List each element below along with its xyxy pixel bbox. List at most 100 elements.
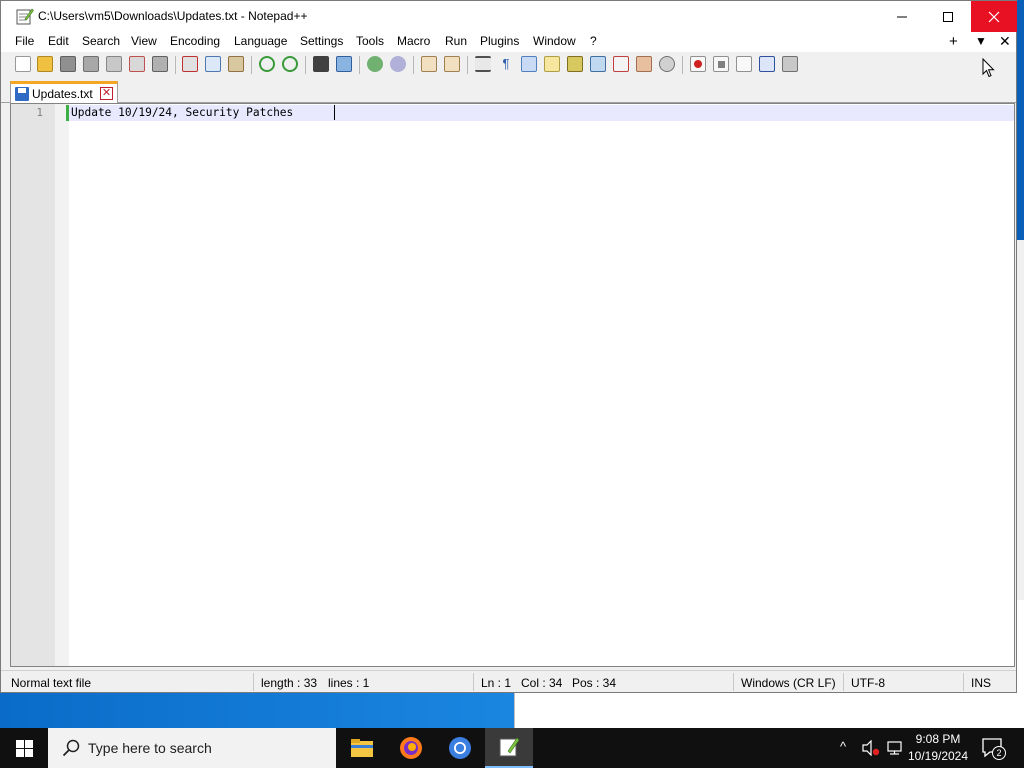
title-bar[interactable]: C:\Users\vm5\Downloads\Updates.txt - Not… xyxy=(1,1,1017,32)
clock-time[interactable]: 9:08 PM xyxy=(906,732,970,746)
search-icon xyxy=(62,739,80,757)
redo-icon[interactable] xyxy=(282,56,298,72)
toolbar-separator xyxy=(175,56,176,74)
undo-icon[interactable] xyxy=(259,56,275,72)
status-divider xyxy=(963,673,964,691)
cut-icon[interactable] xyxy=(182,56,198,72)
text-caret xyxy=(334,105,335,120)
save-all-icon[interactable] xyxy=(83,56,99,72)
tab-updates-txt[interactable]: Updates.txt ✕ xyxy=(10,81,118,103)
document-map-icon[interactable] xyxy=(567,56,583,72)
status-pos: Pos : 34 xyxy=(572,676,617,690)
chrome-icon xyxy=(449,737,471,759)
menu-language[interactable]: Language xyxy=(234,34,287,48)
menu-settings[interactable]: Settings xyxy=(300,34,343,48)
save-macro-icon[interactable] xyxy=(782,56,798,72)
menu-run[interactable]: Run xyxy=(445,34,467,48)
toolbar-separator xyxy=(467,56,468,74)
function-list-icon[interactable] xyxy=(590,56,606,72)
paste-icon[interactable] xyxy=(228,56,244,72)
status-divider xyxy=(253,673,254,691)
monitoring-icon[interactable] xyxy=(636,56,652,72)
saved-file-icon xyxy=(15,87,29,101)
menu-plugins[interactable]: Plugins xyxy=(480,34,519,48)
toolbar-separator xyxy=(413,56,414,74)
new-tab-button[interactable]: + xyxy=(949,33,958,50)
menu-tools[interactable]: Tools xyxy=(356,34,384,48)
line-number-gutter: 1 xyxy=(11,104,69,666)
volume-muted-icon[interactable] xyxy=(862,740,880,756)
menu-edit[interactable]: Edit xyxy=(48,34,69,48)
close-button[interactable] xyxy=(971,1,1017,32)
show-hidden-icons-icon[interactable]: ^ xyxy=(840,739,846,754)
close-icon[interactable] xyxy=(106,56,122,72)
sync-vertical-icon[interactable] xyxy=(421,56,437,72)
new-file-icon[interactable] xyxy=(15,56,31,72)
toolbar-separator xyxy=(251,56,252,74)
menu-help[interactable]: ? xyxy=(590,34,597,48)
stop-recording-icon[interactable] xyxy=(713,56,729,72)
status-divider xyxy=(473,673,474,691)
find-icon[interactable] xyxy=(313,56,329,72)
editor-line-text[interactable]: Update 10/19/24, Security Patches xyxy=(71,106,293,119)
close-document-button[interactable]: ✕ xyxy=(999,33,1011,50)
taskbar: Type here to search ^ 9:08 PM 10/19/2024… xyxy=(0,728,1024,768)
toolbar-separator xyxy=(305,56,306,74)
change-history-marker xyxy=(66,105,69,121)
tab-bar: Updates.txt ✕ xyxy=(1,78,1016,103)
status-divider xyxy=(733,673,734,691)
editor-area[interactable]: 1 Update 10/19/24, Security Patches xyxy=(10,103,1015,667)
taskbar-notepad-plus-plus[interactable] xyxy=(485,728,533,768)
status-ln: Ln : 1 xyxy=(481,676,512,690)
user-defined-language-icon[interactable] xyxy=(544,56,560,72)
taskbar-chrome[interactable] xyxy=(436,728,484,768)
maximize-button[interactable] xyxy=(925,1,971,32)
replace-icon[interactable] xyxy=(336,56,352,72)
notepad-plus-plus-app-icon xyxy=(16,8,34,25)
open-file-icon[interactable] xyxy=(37,56,53,72)
status-length: length : 33 xyxy=(261,676,318,690)
copy-icon[interactable] xyxy=(205,56,221,72)
status-eol: Windows (CR LF) xyxy=(741,676,836,690)
window-title: C:\Users\vm5\Downloads\Updates.txt - Not… xyxy=(38,9,308,23)
zoom-out-icon[interactable] xyxy=(390,56,406,72)
save-icon[interactable] xyxy=(60,56,76,72)
status-file-type: Normal text file xyxy=(11,676,92,690)
start-button[interactable] xyxy=(0,728,48,768)
taskbar-firefox[interactable] xyxy=(387,728,435,768)
menu-view[interactable]: View xyxy=(131,34,157,48)
taskbar-search-box[interactable]: Type here to search xyxy=(48,728,336,768)
status-col: Col : 34 xyxy=(521,676,563,690)
toolbar-separator xyxy=(682,56,683,74)
menu-encoding[interactable]: Encoding xyxy=(170,34,220,48)
zoom-in-icon[interactable] xyxy=(367,56,383,72)
network-icon[interactable] xyxy=(886,740,904,756)
clock-date[interactable]: 10/19/2024 xyxy=(906,749,970,763)
sync-horizontal-icon[interactable] xyxy=(444,56,460,72)
minimize-button[interactable] xyxy=(879,1,925,32)
show-all-chars-icon[interactable]: ¶ xyxy=(498,56,514,72)
maximize-icon xyxy=(943,11,953,22)
status-lines: lines : 1 xyxy=(328,676,370,690)
taskbar-file-explorer[interactable] xyxy=(338,728,386,768)
menu-macro[interactable]: Macro xyxy=(397,34,430,48)
tab-close-button[interactable]: ✕ xyxy=(100,87,113,100)
indent-guide-icon[interactable] xyxy=(521,56,537,72)
menu-search[interactable]: Search xyxy=(82,34,120,48)
word-wrap-icon[interactable] xyxy=(475,56,491,72)
tab-list-button[interactable]: ▼ xyxy=(975,34,987,48)
record-macro-icon[interactable] xyxy=(690,56,706,72)
firefox-icon xyxy=(400,737,422,759)
folder-as-workspace-icon[interactable] xyxy=(613,56,629,72)
notepad-plus-plus-window: C:\Users\vm5\Downloads\Updates.txt - Not… xyxy=(0,0,1017,693)
notification-count-badge: 2 xyxy=(992,746,1006,760)
playback-macro-icon[interactable] xyxy=(736,56,752,72)
menu-window[interactable]: Window xyxy=(533,34,576,48)
tab-label: Updates.txt xyxy=(32,87,93,101)
eye-icon[interactable] xyxy=(659,56,675,72)
menu-file[interactable]: File xyxy=(15,34,34,48)
print-icon[interactable] xyxy=(152,56,168,72)
run-macro-multiple-icon[interactable] xyxy=(759,56,775,72)
close-all-icon[interactable] xyxy=(129,56,145,72)
windows-logo-icon xyxy=(15,739,33,757)
